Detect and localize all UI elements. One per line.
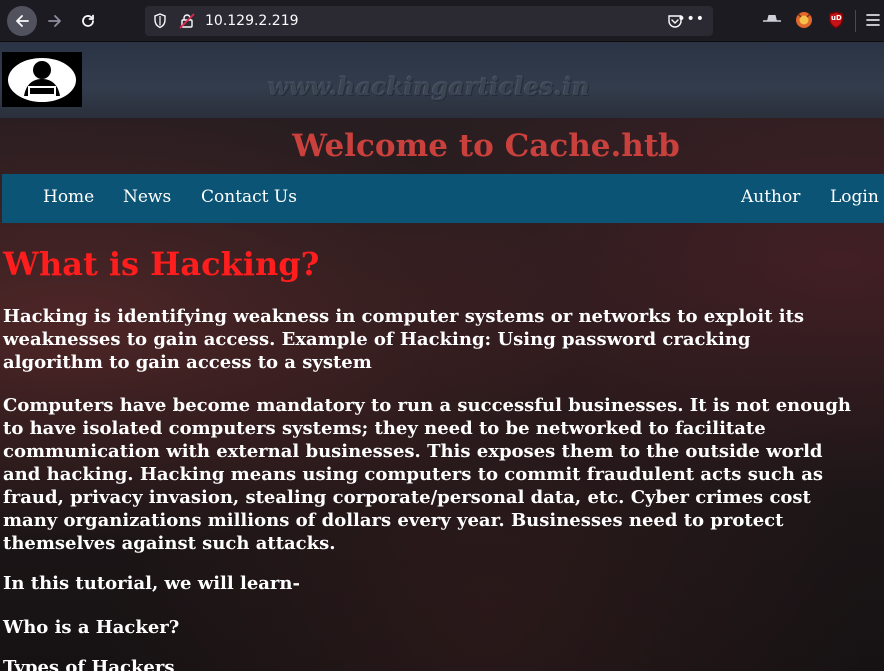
back-button[interactable] (7, 6, 37, 36)
article-paragraph-5: Types of Hackers (3, 657, 175, 671)
ublock-label: uD (831, 14, 842, 22)
hacker-logo-icon (8, 58, 76, 102)
pocket-icon[interactable] (667, 13, 683, 29)
web-page: www.hackingarticles.in Welcome to Cache.… (0, 42, 884, 671)
tracking-shield-icon[interactable] (153, 13, 167, 29)
address-bar[interactable]: 10.129.2.219 ••• (145, 6, 713, 36)
arrow-left-icon (16, 15, 29, 27)
nav-news-link[interactable]: News (123, 187, 171, 207)
header-banner: www.hackingarticles.in (0, 42, 884, 118)
incognito-hat-icon[interactable] (762, 11, 782, 27)
reload-icon (82, 14, 94, 27)
article-paragraph-1: Hacking is identifying weakness in compu… (3, 306, 805, 373)
article-content: What is Hacking? Hacking is identifying … (3, 242, 884, 671)
nav-home-link[interactable]: Home (43, 187, 94, 207)
nav-login-link[interactable]: Login (830, 187, 879, 207)
nav-contact-link[interactable]: Contact Us (201, 187, 297, 207)
site-logo (2, 52, 82, 107)
ublock-origin-icon[interactable]: uD (828, 11, 844, 29)
nav-author-link[interactable]: Author (741, 187, 800, 207)
firefox-relay-icon[interactable] (795, 11, 813, 29)
site-navbar: Home News Contact Us Author Login (2, 174, 884, 223)
url-text[interactable]: 10.129.2.219 (205, 12, 299, 30)
watermark-text: www.hackingarticles.in (268, 72, 591, 101)
article-paragraph-2: Computers have become mandatory to run a… (3, 395, 851, 554)
forward-button[interactable] (40, 6, 70, 36)
article-heading: What is Hacking? (3, 245, 320, 283)
browser-toolbar: 10.129.2.219 ••• uD (0, 0, 884, 42)
toolbar-separator (855, 10, 856, 32)
article-paragraph-3: In this tutorial, we will learn- (3, 573, 300, 594)
insecure-lock-icon[interactable] (179, 13, 195, 29)
hamburger-menu-icon[interactable] (866, 13, 880, 27)
arrow-right-icon (48, 15, 61, 27)
article-paragraph-4: Who is a Hacker? (3, 617, 180, 638)
site-title: Welcome to Cache.htb (292, 128, 680, 164)
reload-button[interactable] (73, 6, 103, 36)
